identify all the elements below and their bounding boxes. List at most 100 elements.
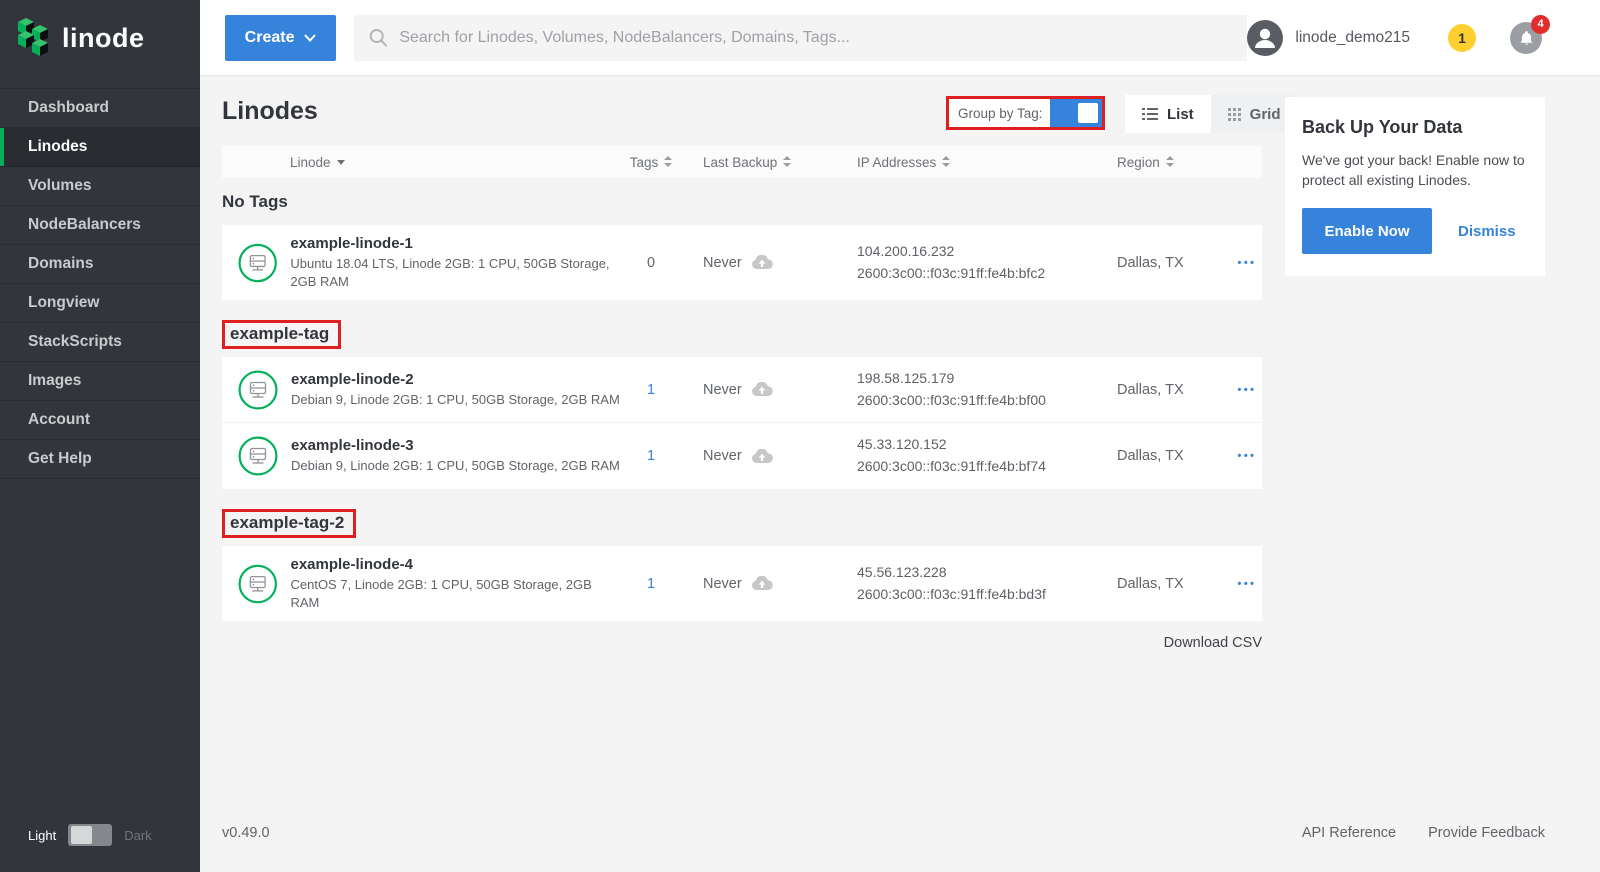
column-label: Last Backup <box>703 155 777 170</box>
notifications-button[interactable]: 4 <box>1510 22 1542 54</box>
download-csv-link[interactable]: Download CSV <box>222 635 1262 651</box>
linode-group-card: example-linode-2Debian 9, Linode 2GB: 1 … <box>222 357 1262 489</box>
column-header-region[interactable]: Region <box>1117 155 1232 170</box>
tags-count[interactable]: 1 <box>647 576 655 592</box>
logo-text: linode <box>62 23 145 54</box>
row-actions-button[interactable]: ••• <box>1235 572 1258 596</box>
linode-server-icon <box>238 370 278 410</box>
row-actions-button[interactable]: ••• <box>1235 251 1258 275</box>
search-input[interactable] <box>399 29 1233 47</box>
chevron-down-icon <box>304 34 316 42</box>
tag-group-heading: example-tag-2 <box>222 509 356 538</box>
username: linode_demo215 <box>1295 29 1410 47</box>
search-bar[interactable] <box>354 15 1247 61</box>
linode-name-link[interactable]: example-linode-2 <box>291 371 414 388</box>
backup-panel-title: Back Up Your Data <box>1302 117 1528 138</box>
column-label: Linode <box>290 155 331 170</box>
column-header-linode[interactable]: Linode <box>222 155 620 170</box>
ip-address: 104.200.16.232 <box>857 241 1117 263</box>
linode-table-body: No Tags example-linode-1 Ubuntu 18.04 LTS… <box>222 192 1262 621</box>
backup-cloud-icon <box>751 255 773 270</box>
account-badge[interactable]: 1 <box>1448 24 1476 52</box>
notification-count-badge: 4 <box>1531 15 1550 34</box>
provide-feedback-link[interactable]: Provide Feedback <box>1428 825 1545 841</box>
ip-address: 2600:3c00::f03c:91ff:fe4b:bd3f <box>857 584 1117 606</box>
linode-group-card: example-linode-4 CentOS 7, Linode 2GB: 1 … <box>222 546 1262 621</box>
ip-address: 2600:3c00::f03c:91ff:fe4b:bfc2 <box>857 263 1117 285</box>
column-label: IP Addresses <box>857 155 936 170</box>
backup-cloud-icon <box>751 449 773 464</box>
dismiss-link[interactable]: Dismiss <box>1458 223 1516 240</box>
create-button-label: Create <box>245 29 295 47</box>
region-value: Dallas, TX <box>1117 448 1232 464</box>
backup-cloud-icon <box>751 576 773 591</box>
last-backup-value: Never <box>703 576 742 592</box>
app-version: v0.49.0 <box>222 825 270 841</box>
column-header-tags[interactable]: Tags <box>620 155 682 170</box>
sidebar-item-get-help[interactable]: Get Help <box>0 440 200 479</box>
sidebar-item-label: StackScripts <box>28 333 122 350</box>
ip-address: 45.33.120.152 <box>857 434 1117 456</box>
tag-group-heading: No Tags <box>222 192 1262 212</box>
column-header-last-backup[interactable]: Last Backup <box>682 155 857 170</box>
region-value: Dallas, TX <box>1117 576 1232 592</box>
sidebar-item-stackscripts[interactable]: StackScripts <box>0 323 200 362</box>
linode-name-link[interactable]: example-linode-4 <box>290 556 413 573</box>
linode-row: example-linode-4 CentOS 7, Linode 2GB: 1 … <box>222 546 1262 621</box>
last-backup-value: Never <box>703 382 742 398</box>
create-button[interactable]: Create <box>225 15 336 61</box>
sidebar-item-label: Dashboard <box>28 99 109 116</box>
sidebar-item-nodebalancers[interactable]: NodeBalancers <box>0 206 200 245</box>
sidebar-item-linodes[interactable]: Linodes <box>0 128 200 167</box>
sidebar-item-images[interactable]: Images <box>0 362 200 401</box>
tags-count[interactable]: 1 <box>647 382 655 398</box>
tags-count[interactable]: 1 <box>647 448 655 464</box>
theme-switch[interactable] <box>68 824 112 846</box>
row-actions-button[interactable]: ••• <box>1235 378 1258 402</box>
linode-description: CentOS 7, Linode 2GB: 1 CPU, 50GB Storag… <box>290 576 620 611</box>
group-by-tag-control: Group by Tag: <box>946 96 1105 130</box>
row-actions-button[interactable]: ••• <box>1235 444 1258 468</box>
sidebar-item-dashboard[interactable]: Dashboard <box>0 88 200 128</box>
linodes-table: Linode Tags Last Backup IP Addresses Reg… <box>222 146 1262 651</box>
sort-icon <box>1166 156 1174 167</box>
linode-description: Ubuntu 18.04 LTS, Linode 2GB: 1 CPU, 50G… <box>290 255 620 290</box>
list-view-label: List <box>1167 106 1194 123</box>
enable-now-button[interactable]: Enable Now <box>1302 208 1432 254</box>
sidebar-item-longview[interactable]: Longview <box>0 284 200 323</box>
linode-row: example-linode-3Debian 9, Linode 2GB: 1 … <box>222 423 1262 489</box>
sidebar-item-label: Linodes <box>28 138 87 155</box>
group-by-tag-toggle[interactable] <box>1050 99 1102 127</box>
linode-name-link[interactable]: example-linode-3 <box>291 437 414 454</box>
api-reference-link[interactable]: API Reference <box>1302 825 1396 841</box>
sort-icon <box>942 156 950 167</box>
linode-group-card: example-linode-1 Ubuntu 18.04 LTS, Linode… <box>222 225 1262 300</box>
linode-name-link[interactable]: example-linode-1 <box>290 235 413 252</box>
sidebar-nav: Dashboard Linodes VolumesNodeBalancersDoma… <box>0 88 200 479</box>
table-header: Linode Tags Last Backup IP Addresses Reg… <box>222 146 1262 178</box>
column-header-ip-addresses[interactable]: IP Addresses <box>857 155 1117 170</box>
linode-logo[interactable]: linode <box>0 0 200 74</box>
linode-logo-icon <box>18 18 50 58</box>
toggle-knob <box>1078 103 1098 123</box>
grid-icon <box>1228 108 1241 121</box>
grid-view-label: Grid <box>1250 106 1281 123</box>
list-view-button[interactable]: List <box>1125 95 1211 133</box>
region-value: Dallas, TX <box>1117 382 1232 398</box>
tag-group-heading: example-tag <box>222 320 341 349</box>
active-indicator <box>0 128 4 166</box>
ip-address: 2600:3c00::f03c:91ff:fe4b:bf74 <box>857 456 1117 478</box>
user-menu[interactable]: linode_demo215 <box>1247 20 1410 56</box>
group-by-tag-label: Group by Tag: <box>949 99 1050 127</box>
column-label: Region <box>1117 155 1160 170</box>
avatar <box>1247 20 1283 56</box>
theme-light-label: Light <box>28 828 56 843</box>
region-value: Dallas, TX <box>1117 255 1232 271</box>
sidebar-item-domains[interactable]: Domains <box>0 245 200 284</box>
backup-panel-description: We've got your back! Enable now to prote… <box>1302 151 1528 190</box>
sidebar-item-account[interactable]: Account <box>0 401 200 440</box>
linode-server-icon <box>238 436 278 476</box>
sidebar-item-volumes[interactable]: Volumes <box>0 167 200 206</box>
sidebar-item-label: Longview <box>28 294 99 311</box>
linode-server-icon <box>238 564 277 604</box>
